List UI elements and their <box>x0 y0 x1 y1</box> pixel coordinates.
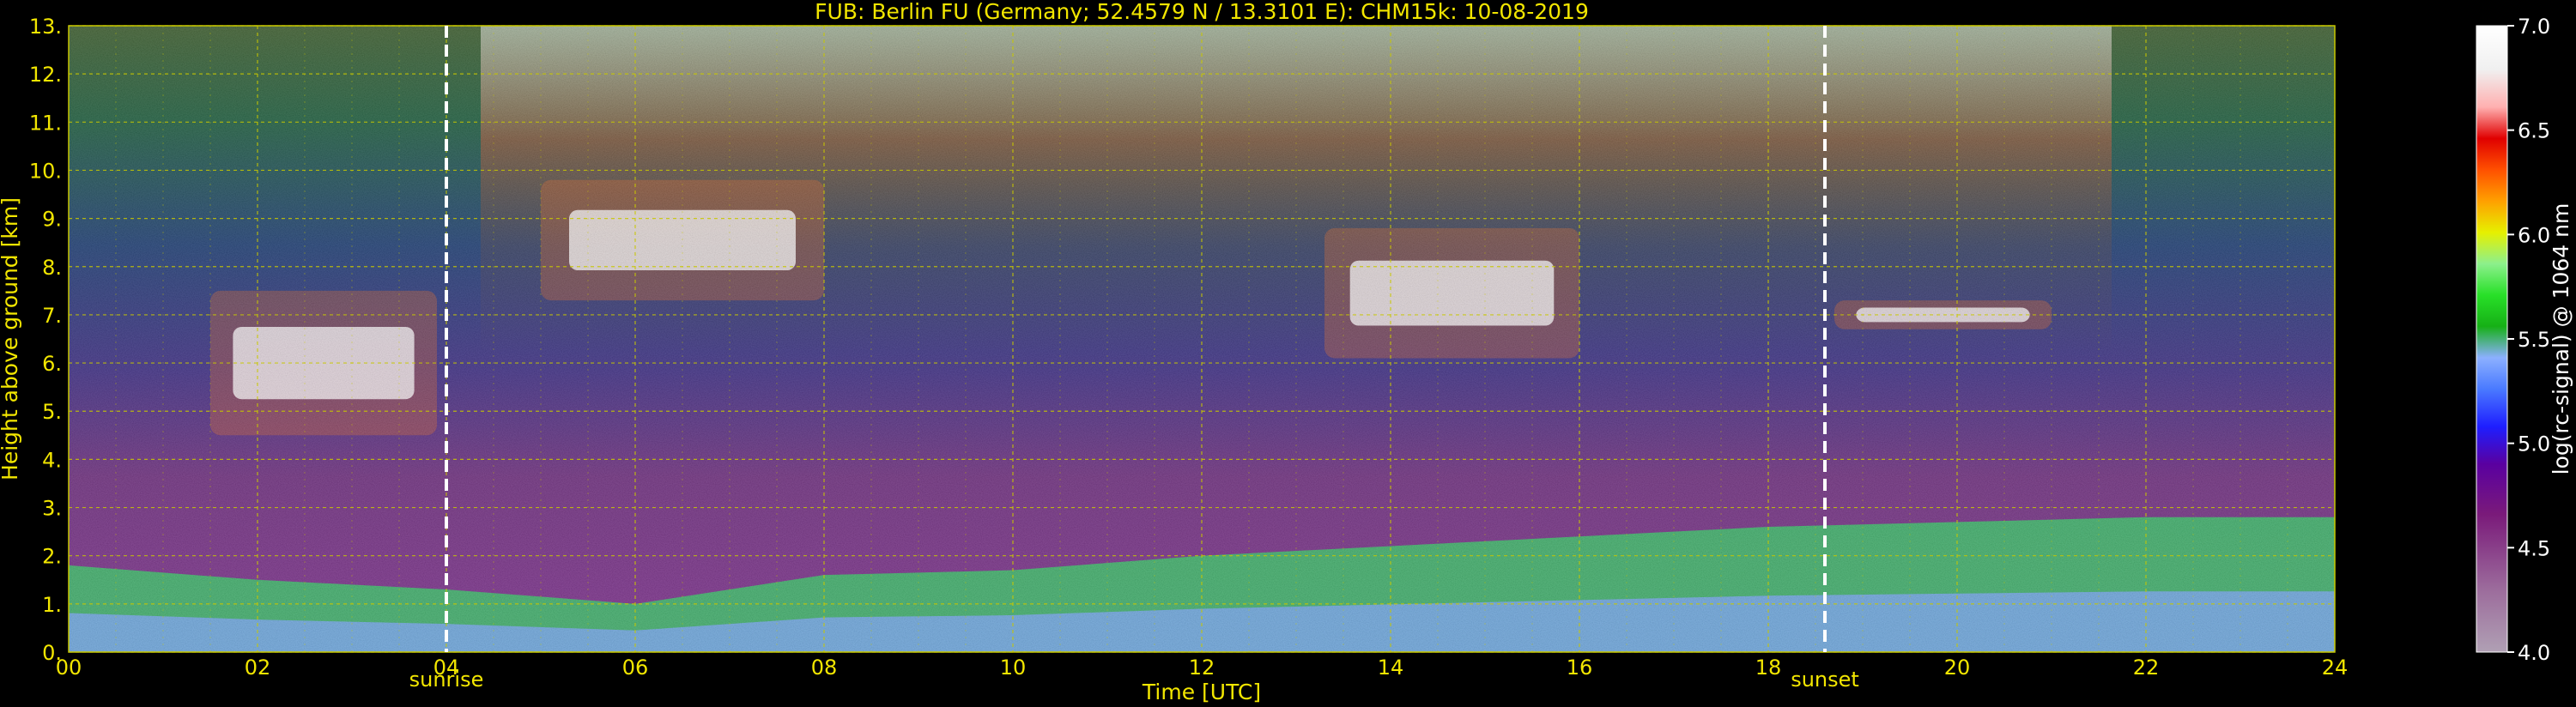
y-tick-label: 1. <box>42 593 62 617</box>
x-tick-label: 02 <box>245 656 271 680</box>
x-axis-label: Time [UTC] <box>1142 680 1261 704</box>
x-tick-label: 22 <box>2133 656 2160 680</box>
y-tick-label: 3. <box>42 497 62 521</box>
x-tick-label: 20 <box>1944 656 1971 680</box>
x-tick-label: 00 <box>56 656 82 680</box>
colorbar-tick-label: 5.5 <box>2518 328 2550 352</box>
y-tick-label: 6. <box>42 352 62 376</box>
colorbar-tick-label: 6.0 <box>2518 223 2550 247</box>
lidar-chart: 0.1.2.3.4.5.6.7.8.9.10.11.12.13. 00 02 04 0… <box>0 0 2573 704</box>
y-tick-label: 9. <box>42 208 62 232</box>
x-tick-label: 12 <box>1189 656 1215 680</box>
x-tick-label: 14 <box>1378 656 1404 680</box>
colorbar-tick-label: 6.5 <box>2518 119 2550 143</box>
x-tick-label: 24 <box>2322 656 2349 680</box>
y-tick-label: 8. <box>42 256 62 280</box>
y-tick-label: 4. <box>42 448 62 472</box>
y-tick-label: 5. <box>42 400 62 424</box>
colorbar: 4.0 4.5 5.0 5.5 6.0 6.5 7.0 log(rc-signal) @ 1… <box>2476 15 2573 665</box>
plot-area <box>68 25 2336 653</box>
x-tick-label: 16 <box>1567 656 1593 680</box>
colorbar-scale <box>2476 25 2508 653</box>
colorbar-ticks: 4.0 4.5 5.0 5.5 6.0 6.5 7.0 <box>2507 15 2550 665</box>
noise-overlay <box>69 26 2335 652</box>
signal-layers <box>69 26 2335 652</box>
y-tick-label: 10. <box>29 159 62 183</box>
x-tick-label: 10 <box>1000 656 1027 680</box>
chart-title: FUB: Berlin FU (Germany; 52.4579 N / 13.… <box>815 0 1589 24</box>
y-tick-label: 11. <box>29 111 62 135</box>
y-axis-ticks: 0.1.2.3.4.5.6.7.8.9.10.11.12.13. <box>29 15 62 665</box>
y-tick-label: 7. <box>42 304 62 328</box>
y-tick-label: 2. <box>42 545 62 569</box>
x-tick-label: 18 <box>1755 656 1782 680</box>
y-tick-label: 12. <box>29 63 62 87</box>
y-axis-label: Height above ground [km] <box>0 197 22 480</box>
colorbar-label: log(rc-signal) @ 1064 nm <box>2549 203 2573 475</box>
colorbar-tick-label: 4.0 <box>2518 641 2550 665</box>
colorbar-tick-label: 7.0 <box>2518 15 2550 39</box>
colorbar-tick-label: 5.0 <box>2518 432 2550 456</box>
colorbar-tick-label: 4.5 <box>2518 536 2550 560</box>
x-tick-label: 08 <box>811 656 838 680</box>
sunset-label: sunset <box>1791 668 1859 692</box>
sunrise-label: sunrise <box>409 668 484 692</box>
x-tick-label: 06 <box>622 656 649 680</box>
y-tick-label: 13. <box>29 15 62 39</box>
